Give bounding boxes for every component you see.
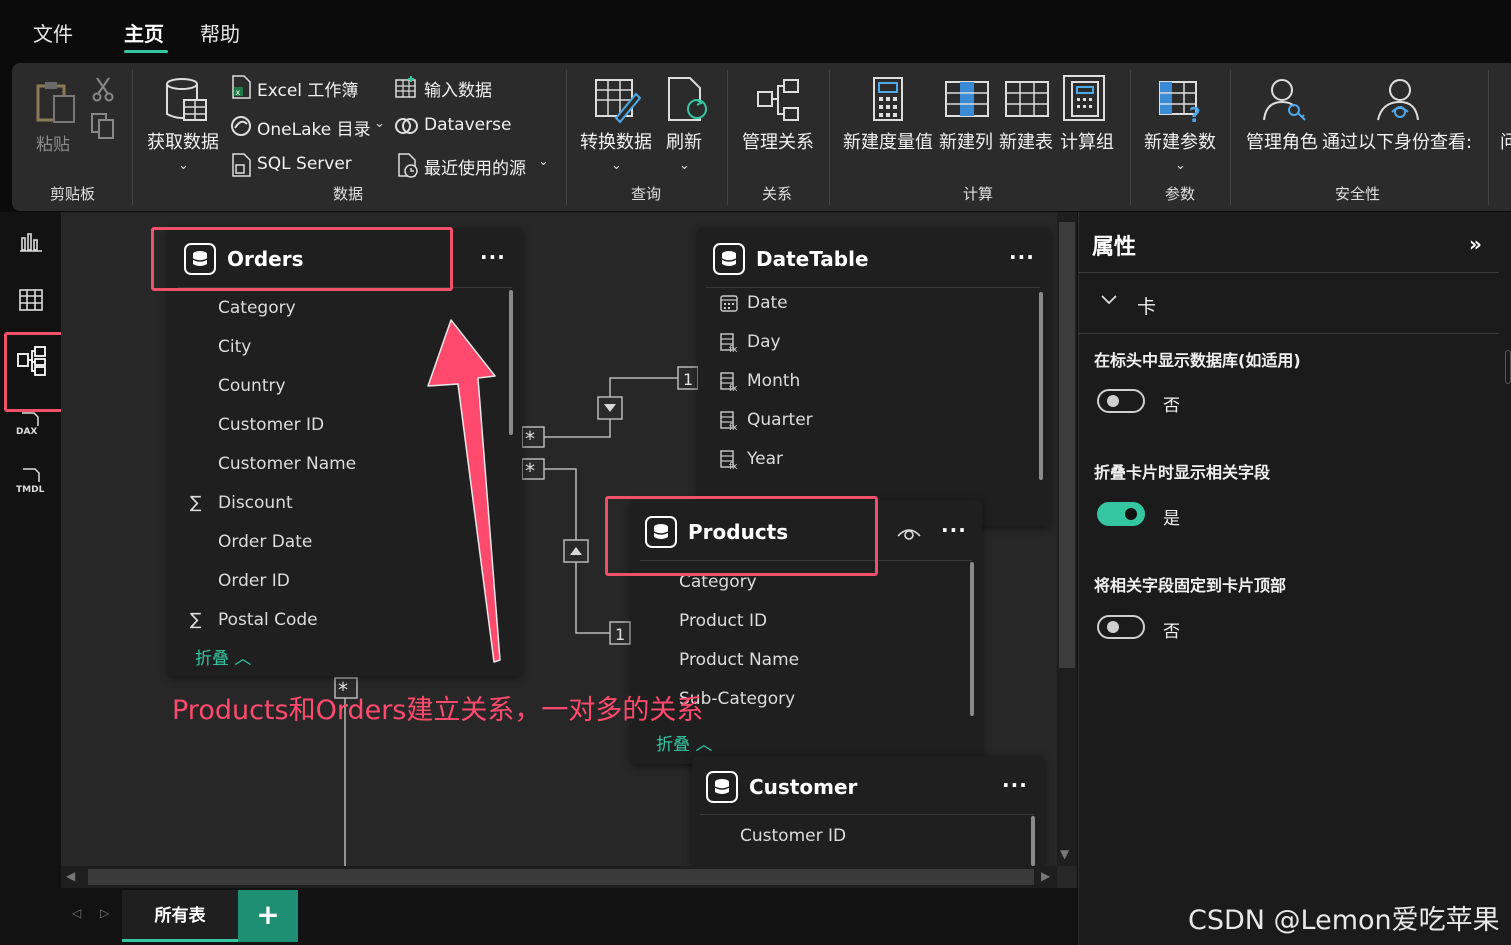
chevron-down-icon[interactable] — [1100, 292, 1118, 311]
view-as-button[interactable]: 通过以下身份查看: — [1322, 128, 1472, 154]
show-related-fields-toggle[interactable] — [1097, 502, 1145, 526]
annotation-text: Products和Orders建立关系，一对多的关系 — [172, 695, 704, 726]
show-database-toggle[interactable] — [1097, 389, 1145, 413]
show-related-fields-value: 是 — [1163, 509, 1180, 529]
svg-text:?: ? — [1189, 103, 1201, 124]
view-as-icon[interactable] — [1374, 76, 1422, 124]
add-layout-button[interactable]: + — [238, 890, 298, 942]
new-parameter-chevron-icon[interactable]: ⌄ — [1175, 158, 1186, 173]
manage-roles-button[interactable]: 管理角色 — [1246, 128, 1318, 154]
pin-related-fields-value: 否 — [1163, 622, 1180, 642]
tab-scroll-left-icon[interactable]: ◁ — [72, 906, 81, 920]
pin-related-fields-label: 将相关字段固定到卡片顶部 — [1094, 576, 1287, 595]
show-related-fields-label: 折叠卡片时显示相关字段 — [1094, 463, 1271, 482]
properties-title: 属性 — [1092, 235, 1137, 260]
card-section-header[interactable]: 卡 — [1137, 292, 1156, 319]
tab-all-tables[interactable]: 所有表 — [122, 890, 238, 942]
new-parameter-button[interactable]: 新建参数 — [1144, 128, 1216, 154]
watermark: CSDN @Lemon爱吃苹果 — [1188, 905, 1500, 936]
show-database-label: 在标头中显示数据库(如适用) — [1094, 351, 1301, 370]
manage-roles-icon[interactable] — [1262, 76, 1308, 124]
scroll-left-icon[interactable]: ◀ — [66, 869, 75, 883]
annotation-arrow — [427, 319, 501, 663]
scroll-down-icon[interactable]: ▼ — [1060, 847, 1069, 861]
panel-scroll-handle[interactable] — [1505, 350, 1511, 384]
collapse-pane-icon[interactable]: » — [1469, 232, 1482, 256]
show-database-value: 否 — [1163, 396, 1180, 416]
parameters-group-label: 参数 — [1165, 185, 1196, 203]
ribbon-separator — [1230, 70, 1231, 205]
more-ribbon-button[interactable]: 问 — [1500, 128, 1511, 154]
canvas-vertical-scroll-thumb[interactable] — [1059, 222, 1075, 668]
ribbon-separator — [1488, 70, 1489, 205]
security-group-label: 安全性 — [1335, 185, 1381, 203]
panel-divider — [1079, 272, 1499, 273]
new-parameter-icon[interactable]: ? — [1158, 78, 1206, 124]
canvas-horizontal-scroll-thumb[interactable] — [88, 869, 1034, 885]
pin-related-fields-toggle[interactable] — [1097, 615, 1145, 639]
scroll-right-icon[interactable]: ▶ — [1041, 869, 1050, 883]
ribbon-separator — [1130, 70, 1131, 205]
tab-scroll-right-icon[interactable]: ▷ — [100, 906, 109, 920]
panel-divider — [1079, 333, 1499, 334]
